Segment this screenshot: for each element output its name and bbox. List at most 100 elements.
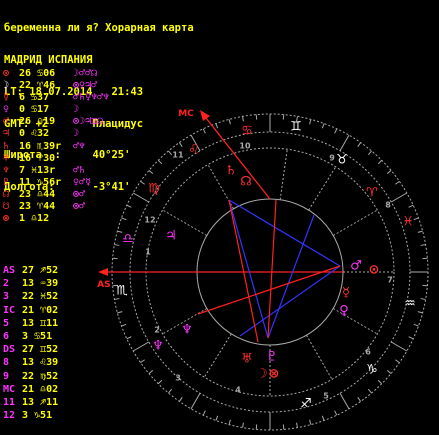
zodiac-sign-icon: ♑ (366, 363, 378, 378)
zodiac-tick (132, 192, 150, 203)
zodiac-tick (126, 336, 132, 340)
planet-marker-icon: ♀ (339, 304, 349, 319)
house-number: 9 (329, 154, 335, 163)
zodiac-tick (309, 419, 312, 425)
aspect-line (228, 199, 341, 267)
zodiac-tick (417, 311, 423, 314)
zodiac-tick (357, 397, 362, 402)
zodiac-tick (202, 410, 206, 416)
zodiac-sign-icon: ♏ (116, 284, 128, 299)
zodiac-tick (190, 392, 201, 410)
house-cusp-line (306, 334, 333, 380)
aspect-line (228, 199, 269, 339)
house-number: 1 (145, 248, 151, 257)
planet-marker-icon: ♅ (241, 352, 253, 367)
zodiac-tick (309, 119, 312, 125)
zodiac-tick (157, 379, 163, 385)
planet-marker-icon: ♇ (266, 350, 278, 365)
zodiac-tick (228, 119, 231, 125)
zodiac-tick (420, 244, 426, 246)
zodiac-sign-icon: ♌ (188, 143, 200, 158)
zodiac-tick (242, 116, 244, 122)
zodiac-sign-icon: ♒ (404, 297, 416, 312)
zodiac-tick (157, 159, 163, 165)
zodiac-tick (413, 217, 419, 221)
zodiac-tick (390, 192, 408, 203)
ascendant-label: AS (97, 280, 110, 290)
zodiac-tick (215, 415, 219, 421)
planet-marker-icon: ☿ (342, 286, 350, 301)
house-number: 8 (385, 201, 391, 210)
zodiac-tick (334, 410, 338, 416)
aspect-line (267, 199, 277, 339)
zodiac-tick (228, 419, 231, 425)
zodiac-tick (168, 388, 173, 394)
house-number: 7 (387, 276, 393, 285)
zodiac-tick (202, 128, 206, 134)
midheaven-arrow-icon (200, 110, 210, 121)
zodiac-tick (321, 123, 325, 129)
planet-marker-icon: ♂ (350, 259, 362, 274)
zodiac-tick (121, 217, 127, 221)
zodiac-sign-icon: ♍ (148, 182, 160, 197)
chart-wheel: 123456789101112ASMC♏♎♍♌♋ ♊♉♈♓♒♑♐♄☊♃♂ ⊙☿♀♆♅… (97, 109, 429, 431)
house-number: 5 (323, 392, 329, 401)
zodiac-tick (121, 323, 127, 327)
zodiac-tick (117, 311, 123, 314)
zodiac-tick (339, 392, 350, 410)
zodiac-sign-icon: ♎ (122, 232, 134, 247)
zodiac-sign-icon: ♐ (300, 397, 312, 412)
zodiac-sign-icon: ♊ (290, 120, 302, 135)
zodiac-sign-icon: ♋ (241, 124, 253, 139)
zodiac-tick (132, 341, 150, 352)
house-number: 10 (239, 142, 251, 151)
zodiac-tick (126, 204, 132, 208)
zodiac-tick (296, 422, 298, 428)
zodiac-tick (386, 369, 392, 374)
zodiac-tick (339, 134, 350, 152)
zodiac-tick (140, 359, 145, 364)
horary-chart-screen: беременна ли я? Хорарная карта МАДРИД ИС… (0, 0, 439, 435)
zodiac-tick (148, 170, 154, 175)
house-cusp-line (203, 333, 232, 378)
house-cusp-line (332, 209, 378, 236)
zodiac-tick (390, 341, 408, 352)
zodiac-tick (178, 397, 183, 402)
house-number: 11 (172, 151, 184, 160)
zodiac-tick (377, 159, 383, 165)
zodiac-tick (395, 180, 400, 185)
aspect-line (197, 265, 341, 315)
zodiac-tick (377, 379, 383, 385)
zodiac-tick (395, 359, 400, 364)
planet-marker-icon: ♃ (165, 229, 177, 244)
midheaven-axis (205, 117, 271, 200)
house-cusp-line (308, 166, 337, 211)
zodiac-tick (114, 244, 120, 246)
planet-marker-icon: ☽ (256, 367, 268, 382)
planet-marker-icon: ♆ (181, 323, 193, 338)
ascendant-arrow-icon (98, 268, 108, 276)
zodiac-tick (417, 230, 423, 233)
zodiac-tick (114, 298, 120, 300)
zodiac-tick (420, 298, 426, 300)
house-number: 3 (175, 374, 181, 383)
zodiac-sign-icon: ♓ (402, 215, 414, 230)
planet-marker-icon: ⊗ (269, 367, 280, 382)
planet-marker-icon: ☊ (240, 175, 252, 190)
house-number: 6 (365, 348, 371, 357)
zodiac-tick (413, 323, 419, 327)
zodiac-tick (386, 170, 392, 175)
zodiac-tick (408, 336, 414, 340)
zodiac-tick (215, 123, 219, 129)
zodiac-sign-icon: ♈ (366, 186, 378, 201)
zodiac-sign-icon: ♉ (336, 153, 348, 168)
zodiac-tick (168, 150, 173, 156)
aspect-line (228, 199, 259, 343)
zodiac-tick (242, 422, 244, 428)
planet-marker-icon: ♄ (225, 164, 237, 179)
zodiac-tick (140, 180, 145, 185)
zodiac-tick (334, 128, 338, 134)
planet-marker-icon: ⊙ (369, 263, 380, 278)
zodiac-tick (148, 369, 154, 374)
house-number: 12 (144, 216, 155, 225)
